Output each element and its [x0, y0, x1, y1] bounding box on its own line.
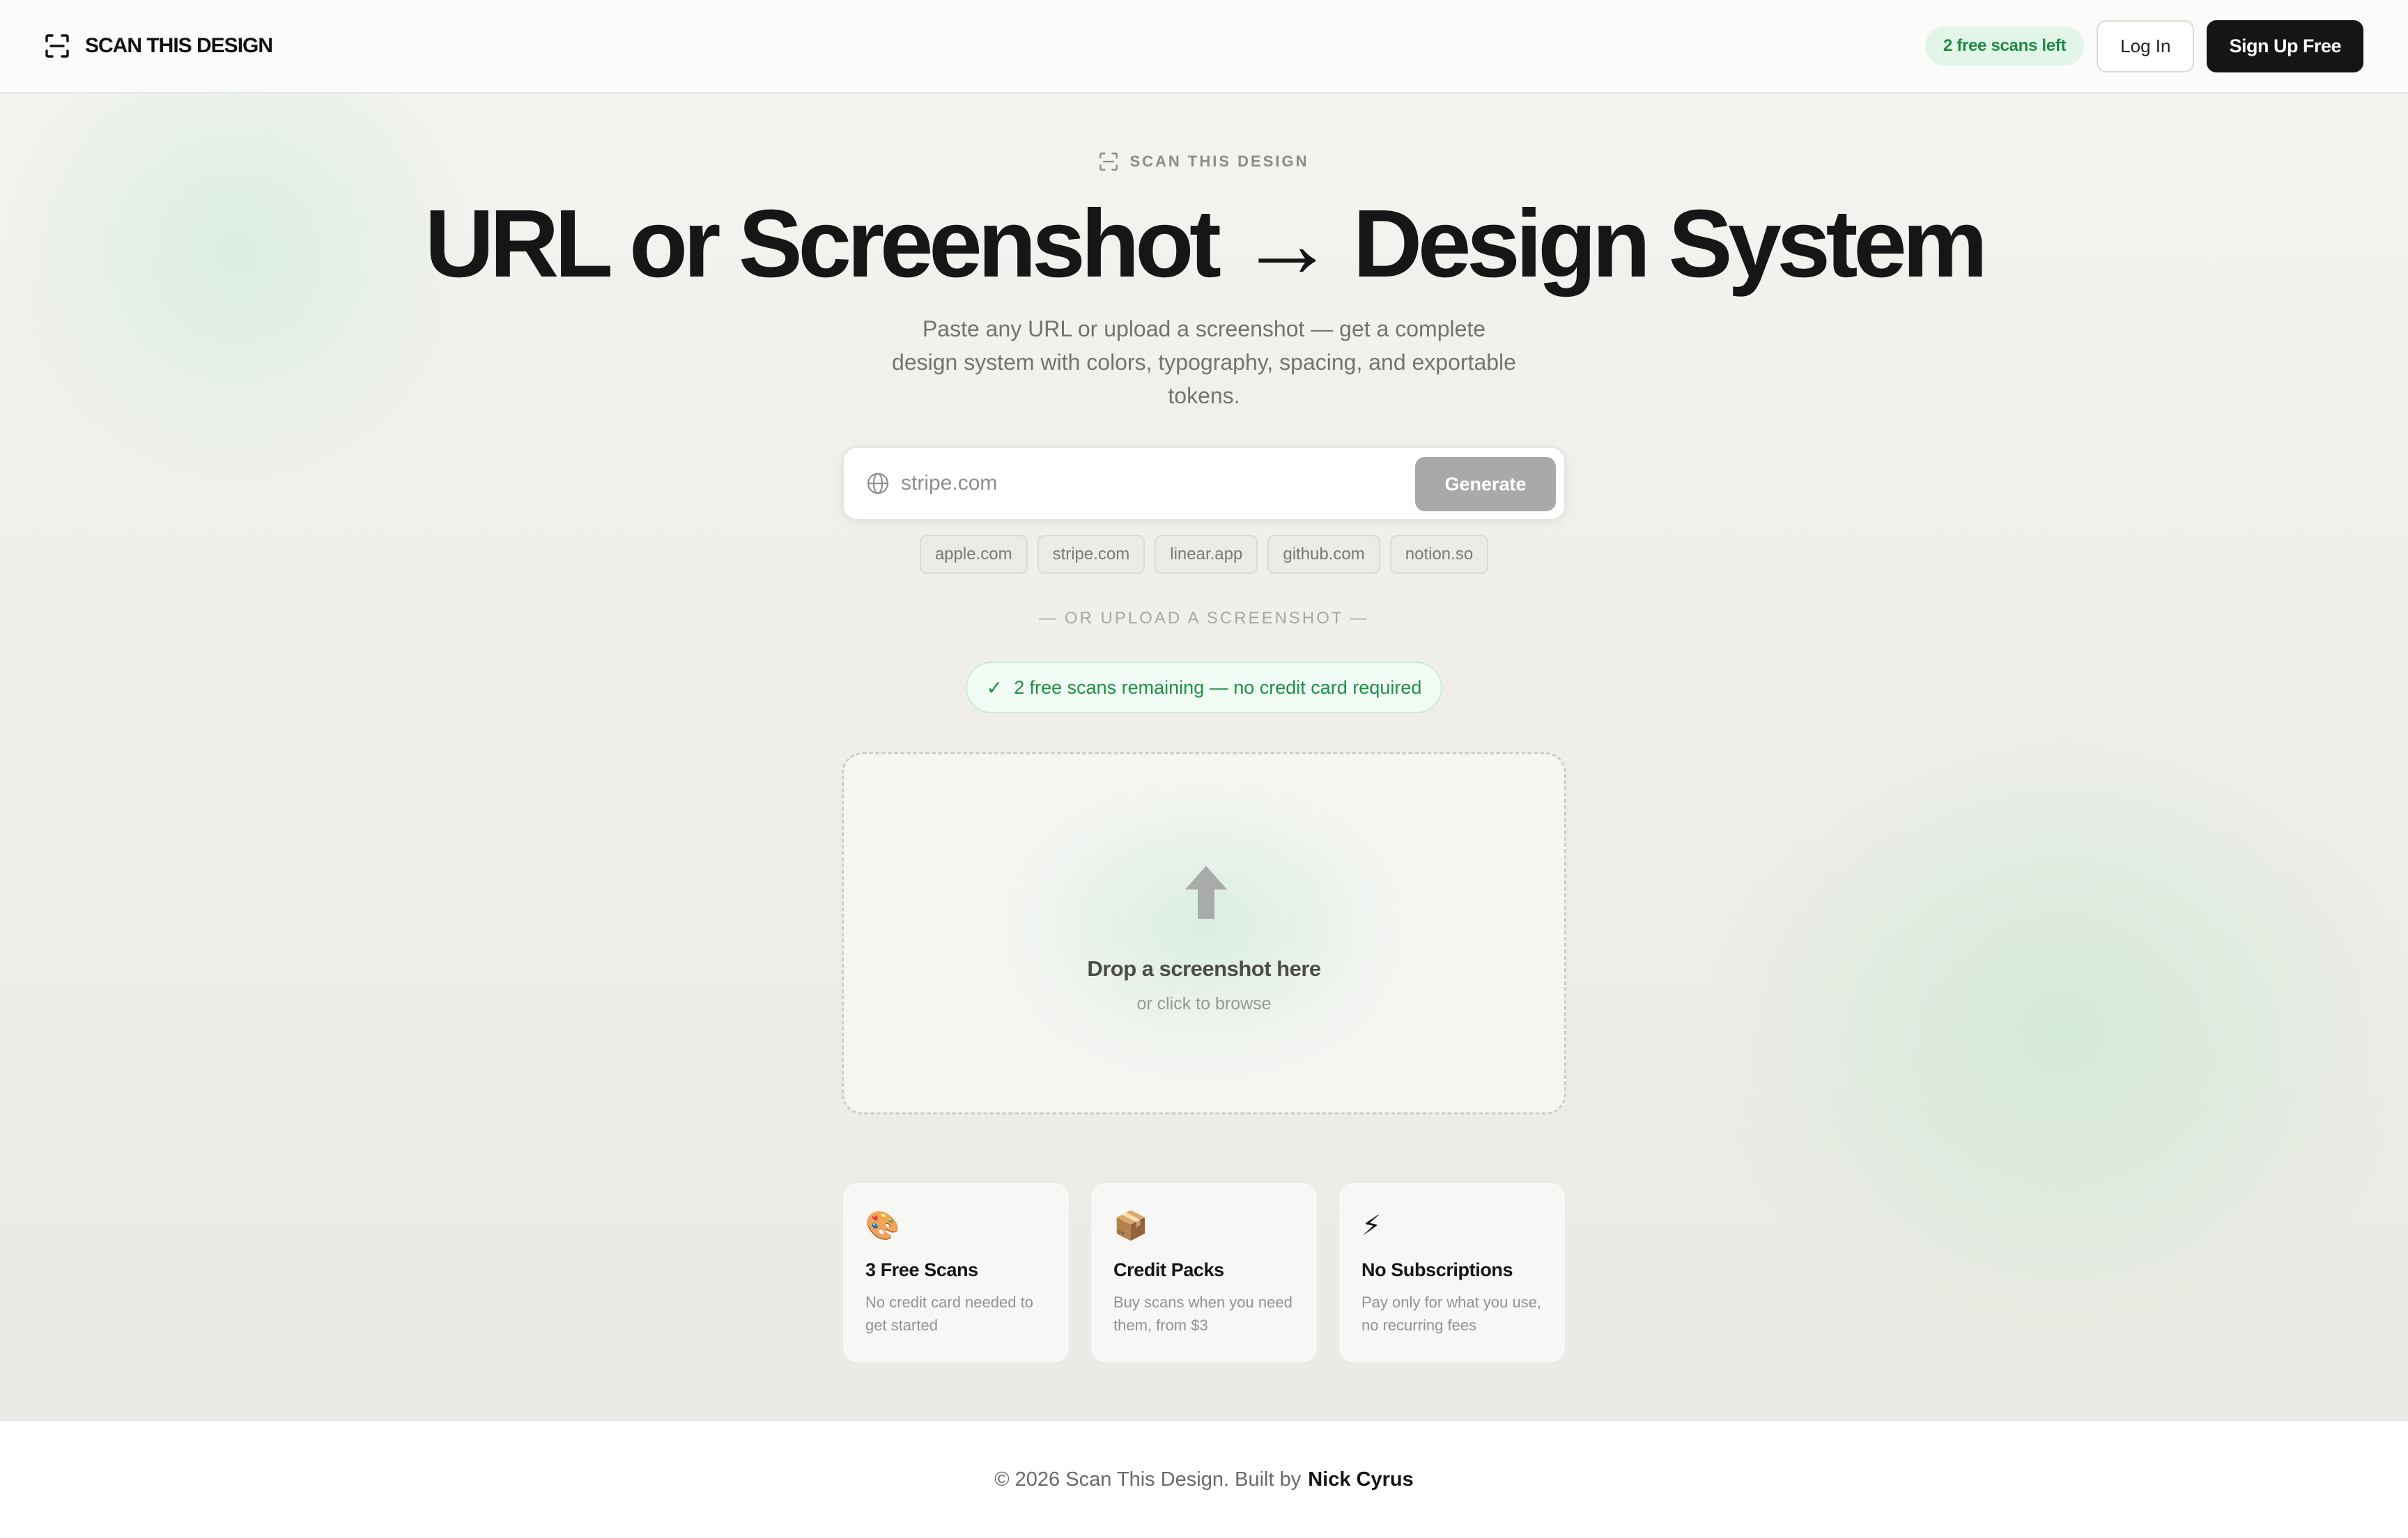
generate-button[interactable]: Generate [1415, 457, 1556, 511]
globe-icon [867, 472, 889, 495]
hero-eyebrow: SCAN THIS DESIGN [0, 152, 2408, 171]
copyright-text: © 2026 Scan This Design. Built by [994, 1468, 1302, 1491]
feature-card-credit-packs: 📦 Credit Packs Buy scans when you need t… [1090, 1181, 1318, 1364]
upload-arrow-icon [1185, 866, 1227, 919]
url-form: Generate [842, 446, 1566, 521]
example-urls: apple.com stripe.com linear.app github.c… [0, 535, 2408, 574]
feature-card-no-subscriptions: ⚡ No Subscriptions Pay only for what you… [1338, 1181, 1566, 1364]
feature-title: Credit Packs [1113, 1259, 1224, 1280]
free-scans-text: 2 free scans remaining — no credit card … [1014, 676, 1422, 698]
eyebrow-text: SCAN THIS DESIGN [1129, 153, 1309, 170]
signup-button[interactable]: Sign Up Free [2207, 20, 2363, 72]
feature-description: No credit card needed to get started [865, 1294, 1033, 1334]
feature-card-free-scans: 🎨 3 Free Scans No credit card needed to … [842, 1181, 1070, 1364]
feature-description: Pay only for what you use, no recurring … [1361, 1294, 1542, 1334]
page: SCAN THIS DESIGN 2 free scans left Log I… [0, 0, 2408, 1538]
feature-description: Buy scans when you need them, from $3 [1113, 1294, 1292, 1334]
brand-name: SCAN THIS DESIGN [85, 34, 273, 57]
feature-title: No Subscriptions [1361, 1259, 1513, 1280]
hero-subtitle: Paste any URL or upload a screenshot — g… [892, 316, 1516, 408]
scan-frame-icon [1099, 153, 1118, 171]
login-button[interactable]: Log In [2097, 20, 2195, 72]
example-url-chip[interactable]: notion.so [1389, 535, 1489, 574]
page-title: URL or Screenshot → Design System [424, 190, 1988, 297]
scan-frame-icon [45, 33, 70, 59]
lightning-icon: ⚡ [1361, 1211, 1382, 1241]
feature-title: 3 Free Scans [865, 1259, 978, 1280]
footer: © 2026 Scan This Design. Built by Nick C… [0, 1420, 2408, 1538]
scans-left-badge: 2 free scans left [1924, 26, 2085, 65]
author-link[interactable]: Nick Cyrus [1308, 1468, 1414, 1491]
example-url-chip[interactable]: apple.com [919, 535, 1028, 574]
example-url-chip[interactable]: github.com [1267, 535, 1380, 574]
free-scans-banner: ✓ 2 free scans remaining — no credit car… [966, 662, 1442, 713]
upload-divider: — OR UPLOAD A SCREENSHOT — [1039, 609, 1369, 628]
palette-icon: 🎨 [865, 1211, 900, 1241]
example-url-chip[interactable]: stripe.com [1037, 535, 1145, 574]
dropzone-subtitle: or click to browse [1136, 994, 1272, 1013]
brand[interactable]: SCAN THIS DESIGN [45, 33, 273, 59]
dropzone-title: Drop a screenshot here [1087, 956, 1321, 981]
feature-cards: 🎨 3 Free Scans No credit card needed to … [842, 1181, 1566, 1364]
check-icon: ✓ [986, 676, 1003, 699]
screenshot-dropzone[interactable]: Drop a screenshot here or click to brows… [842, 752, 1566, 1114]
package-icon: 📦 [1113, 1211, 1148, 1241]
nav-actions: 2 free scans left Log In Sign Up Free [1924, 20, 2363, 72]
top-nav: SCAN THIS DESIGN 2 free scans left Log I… [0, 0, 2408, 93]
example-url-chip[interactable]: linear.app [1155, 535, 1258, 574]
